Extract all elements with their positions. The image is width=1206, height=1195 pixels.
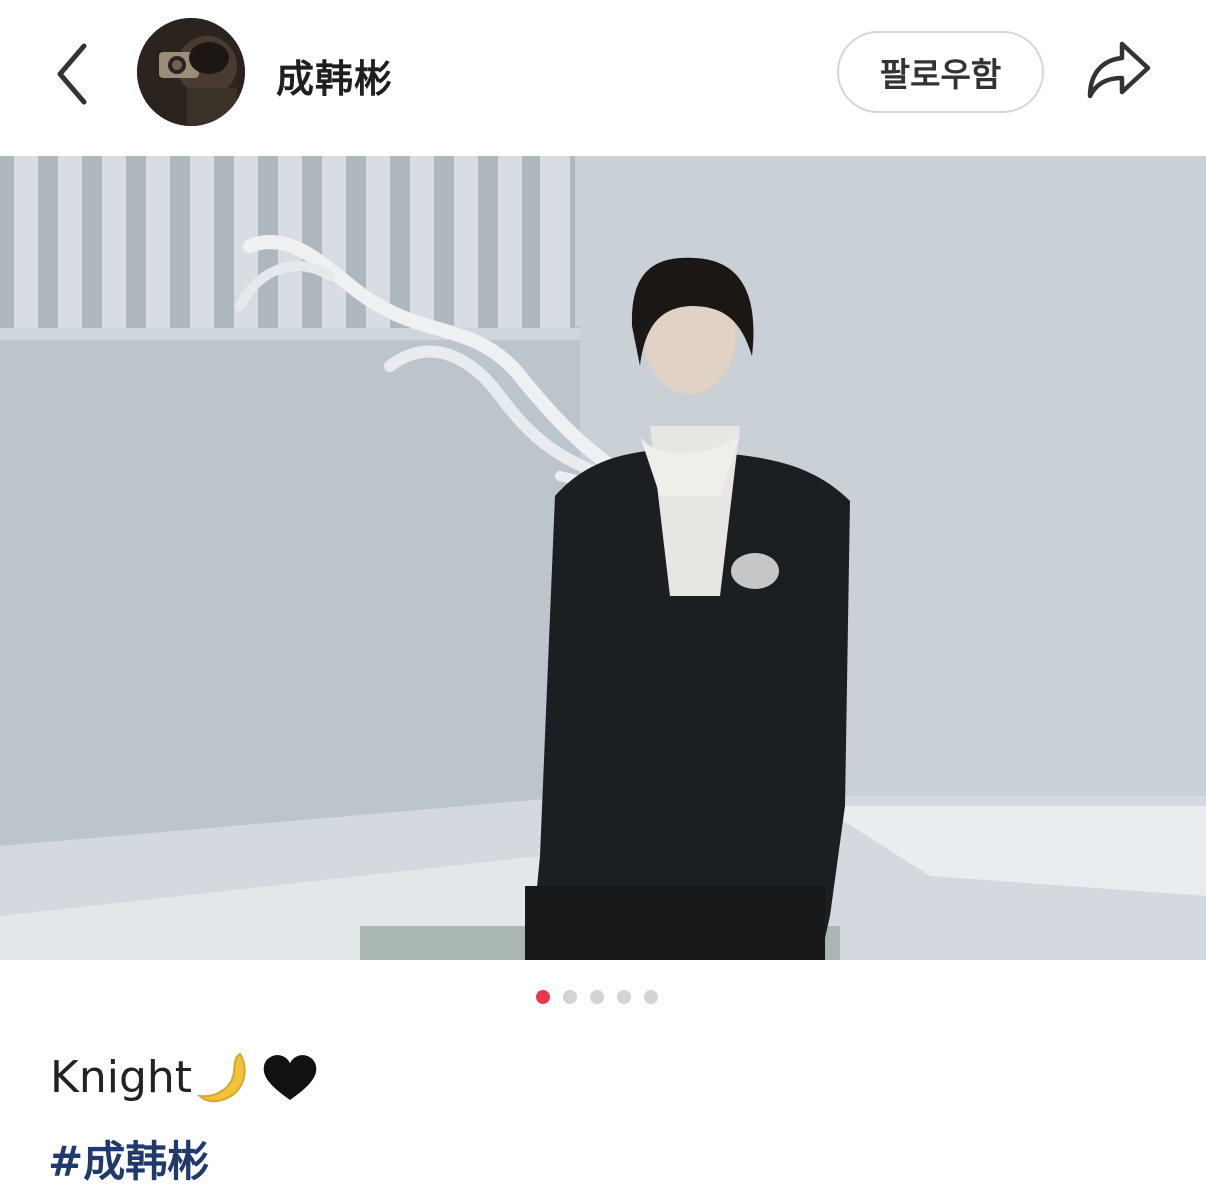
- pager-dot[interactable]: [563, 990, 577, 1004]
- post-caption: Knight: [50, 1048, 320, 1106]
- hashtag-link[interactable]: #成韩彬: [48, 1128, 209, 1189]
- chevron-left-icon: [57, 43, 87, 105]
- pager-dot[interactable]: [644, 990, 658, 1004]
- top-bar: 成韩彬 팔로우함: [0, 0, 1206, 156]
- pager-dot[interactable]: [590, 990, 604, 1004]
- pager-dot-active[interactable]: [536, 990, 550, 1004]
- share-arrow-icon: [1087, 41, 1151, 99]
- username[interactable]: 成韩彬: [276, 48, 393, 103]
- caption-text: Knight: [50, 1051, 193, 1103]
- back-button[interactable]: [48, 38, 100, 110]
- pager-dot[interactable]: [617, 990, 631, 1004]
- post-photo[interactable]: [0, 156, 1206, 960]
- following-button[interactable]: 팔로우함: [837, 31, 1044, 113]
- crescent-moon-icon: [196, 1048, 256, 1106]
- share-button[interactable]: [1084, 38, 1154, 102]
- avatar[interactable]: [137, 18, 245, 126]
- black-heart-icon: [260, 1048, 320, 1106]
- image-pager: [536, 990, 658, 1004]
